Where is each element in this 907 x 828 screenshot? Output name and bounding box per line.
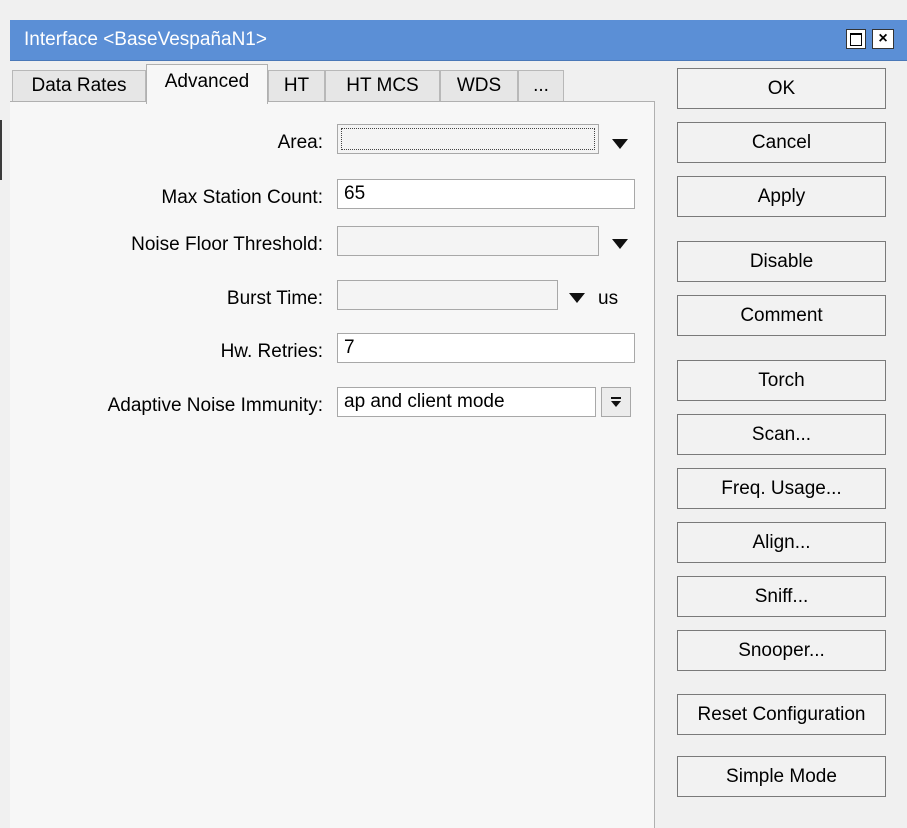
- max-station-count-label: Max Station Count:: [161, 187, 323, 208]
- sniff-button[interactable]: Sniff...: [677, 576, 886, 617]
- scan-button[interactable]: Scan...: [677, 414, 886, 455]
- window-title: Interface <BaseVespañaN1>: [24, 29, 267, 50]
- tab-more[interactable]: ...: [518, 70, 564, 102]
- tab-advanced[interactable]: Advanced: [146, 64, 268, 104]
- advanced-panel: [10, 101, 655, 828]
- noise-floor-dropdown-arrow-icon[interactable]: [612, 239, 628, 249]
- cancel-button[interactable]: Cancel: [677, 122, 886, 163]
- apply-button[interactable]: Apply: [677, 176, 886, 217]
- noise-floor-threshold-label: Noise Floor Threshold:: [131, 234, 323, 255]
- ok-button[interactable]: OK: [677, 68, 886, 109]
- tab-ht[interactable]: HT: [268, 70, 325, 102]
- background-window-edge: [0, 120, 10, 180]
- noise-floor-threshold-select[interactable]: [337, 226, 599, 256]
- tab-bar: Data Rates Advanced HT HT MCS WDS ...: [10, 62, 665, 104]
- adaptive-noise-immunity-label: Adaptive Noise Immunity:: [107, 395, 323, 416]
- area-dropdown-arrow-icon[interactable]: [612, 139, 628, 149]
- burst-time-unit: us: [598, 288, 619, 309]
- title-bar[interactable]: Interface <BaseVespañaN1> ×: [10, 20, 907, 61]
- reset-configuration-button[interactable]: Reset Configuration: [677, 694, 886, 735]
- burst-time-label: Burst Time:: [226, 288, 323, 309]
- maximize-icon[interactable]: [846, 29, 866, 49]
- hw-retries-input[interactable]: 7: [337, 333, 635, 363]
- burst-time-dropdown-arrow-icon[interactable]: [569, 293, 585, 303]
- adaptive-noise-dropdown-icon[interactable]: [601, 387, 631, 417]
- comment-button[interactable]: Comment: [677, 295, 886, 336]
- align-button[interactable]: Align...: [677, 522, 886, 563]
- max-station-count-input[interactable]: 65: [337, 179, 635, 209]
- close-icon[interactable]: ×: [872, 29, 894, 49]
- disable-button[interactable]: Disable: [677, 241, 886, 282]
- interface-window: Interface <BaseVespañaN1> × Data Rates A…: [0, 0, 907, 828]
- torch-button[interactable]: Torch: [677, 360, 886, 401]
- dropdown-arrow-icon: [611, 397, 621, 407]
- freq-usage-button[interactable]: Freq. Usage...: [677, 468, 886, 509]
- hw-retries-label: Hw. Retries:: [220, 341, 323, 362]
- burst-time-select[interactable]: [337, 280, 558, 310]
- simple-mode-button[interactable]: Simple Mode: [677, 756, 886, 797]
- area-label: Area:: [277, 132, 323, 153]
- snooper-button[interactable]: Snooper...: [677, 630, 886, 671]
- adaptive-noise-immunity-select[interactable]: ap and client mode: [337, 387, 596, 417]
- area-select[interactable]: [337, 124, 599, 154]
- tab-wds[interactable]: WDS: [440, 70, 518, 102]
- tab-data-rates[interactable]: Data Rates: [12, 70, 146, 102]
- tab-ht-mcs[interactable]: HT MCS: [325, 70, 440, 102]
